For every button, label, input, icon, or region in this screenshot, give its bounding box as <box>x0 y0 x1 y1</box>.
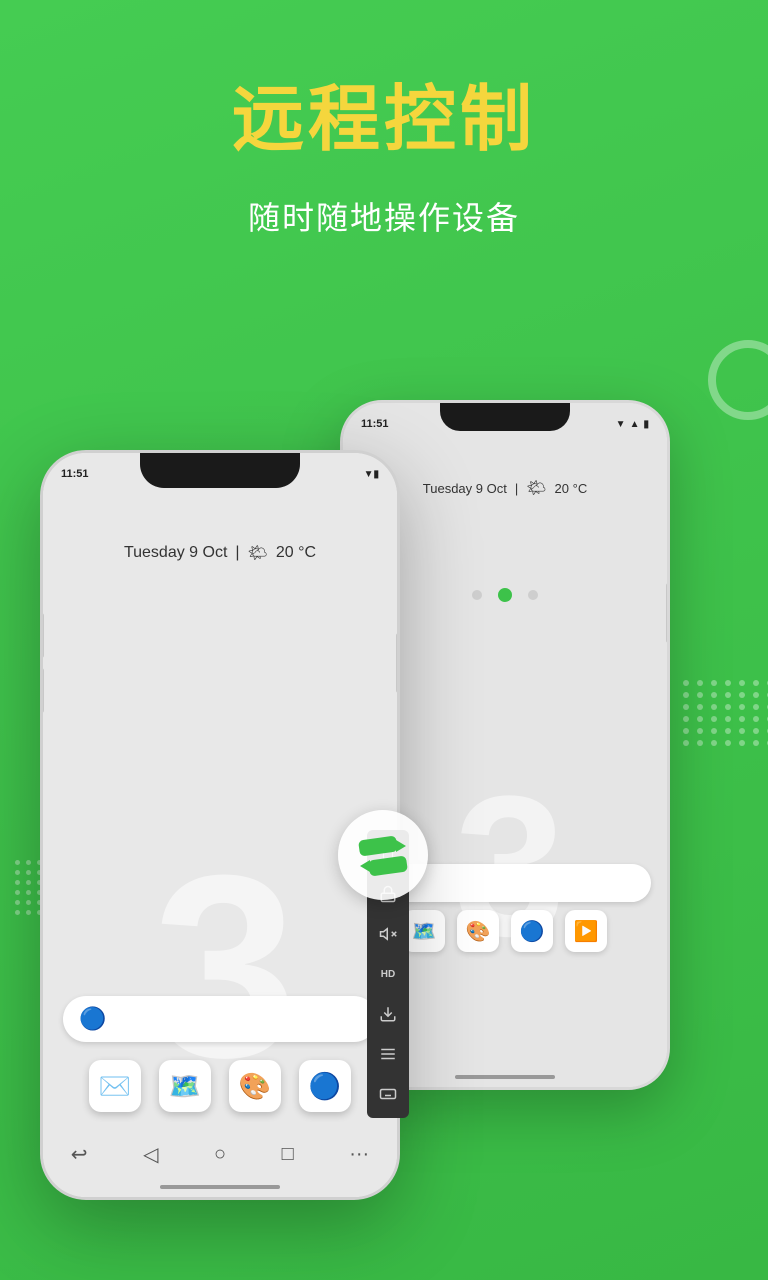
phone-front-temp: 20 °C <box>276 544 316 562</box>
phone-front-google-bar[interactable]: 🔵 <box>63 996 377 1042</box>
phone-front-side-btn <box>396 633 400 693</box>
phone-back-temp: 20 °C <box>555 481 588 496</box>
phone-front-vol-down <box>40 668 44 713</box>
chrome-icon-front: 🔵 <box>309 1071 341 1102</box>
nav-home-icon[interactable]: ◁ <box>143 1142 158 1167</box>
phone-front-weather-icon: 🌤 <box>248 543 268 563</box>
nav-back-icon[interactable]: ↩ <box>71 1142 88 1167</box>
page-subtitle: 随时随地操作设备 <box>248 193 520 239</box>
phone-back-status-bar: 11:51 ▼ ▲ ▮ <box>343 411 667 437</box>
maps-icon: 🗺️ <box>412 919 437 944</box>
phone-back-weather-icon: 🌤 <box>526 478 546 498</box>
phone-front-time: 11:51 <box>61 468 89 480</box>
phone-front-separator: | <box>235 544 239 562</box>
phone-back-date-text: Tuesday 9 Oct <box>423 481 507 496</box>
phone-back-status-icons: ▼ ▲ ▮ <box>616 419 649 430</box>
phone-front-date-text: Tuesday 9 Oct <box>124 544 227 562</box>
phone-front-home-indicator <box>160 1185 280 1189</box>
phone-front-app-dock: ✉️ 🗺️ 🎨 🔵 <box>43 1060 397 1112</box>
phone-front-nav-bar: ↩ ◁ ○ □ ··· <box>43 1132 397 1177</box>
phone-back-app-chrome[interactable]: 🔵 <box>511 910 553 952</box>
phone-back-app-maps[interactable]: 🗺️ <box>403 910 445 952</box>
phone-front-app-chrome[interactable]: 🔵 <box>299 1060 351 1112</box>
page-container: 远程控制 随时随地操作设备 11:51 ▼ ▲ ▮ <box>0 0 768 1280</box>
control-keyboard[interactable] <box>370 1076 406 1112</box>
dot-1 <box>472 590 482 600</box>
nav-recents-icon[interactable]: ○ <box>214 1143 226 1166</box>
gmail-icon: ✉️ <box>99 1071 131 1102</box>
photos-icon-front: 🎨 <box>239 1071 271 1102</box>
wifi-icon: ▲ <box>630 419 640 430</box>
phone-back-side-btn <box>666 583 670 643</box>
phone-front-app-gmail[interactable]: ✉️ <box>89 1060 141 1112</box>
phone-front-vol-up <box>40 613 44 658</box>
transfer-icon-wrap[interactable] <box>338 810 428 900</box>
phone-front-app-maps[interactable]: 🗺️ <box>159 1060 211 1112</box>
control-hd[interactable]: HD <box>370 956 406 992</box>
phone-front-wallpaper: 3 <box>153 837 288 1097</box>
signal-icon: ▼ <box>616 419 626 430</box>
maps-icon-front: 🗺️ <box>169 1071 201 1102</box>
control-mute[interactable] <box>370 916 406 952</box>
google-logo-front: 🔵 <box>79 1006 106 1032</box>
nav-overview-icon[interactable]: □ <box>282 1143 294 1166</box>
dot-2-active <box>498 588 512 602</box>
control-download[interactable] <box>370 996 406 1032</box>
page-title: 远程控制 <box>232 60 536 165</box>
phone-back-separator: | <box>515 481 518 496</box>
phone-front: 11:51 ▼▮ Tuesday 9 Oct | 🌤 20 °C 3 🔵 <box>40 450 400 1200</box>
phone-front-status-icons: ▼▮ <box>364 469 379 480</box>
phone-front-screen: 11:51 ▼▮ Tuesday 9 Oct | 🌤 20 °C 3 🔵 <box>43 453 397 1197</box>
phone-front-app-photos[interactable]: 🎨 <box>229 1060 281 1112</box>
control-settings[interactable] <box>370 1036 406 1072</box>
phone-back-dots <box>472 588 538 602</box>
phone-back-app-youtube[interactable]: ▶️ <box>565 910 607 952</box>
photos-icon: 🎨 <box>466 919 491 944</box>
chrome-icon: 🔵 <box>520 919 545 944</box>
nav-more-icon[interactable]: ··· <box>349 1143 369 1166</box>
dot-3 <box>528 590 538 600</box>
youtube-icon: ▶️ <box>574 919 599 944</box>
battery-icon: ▮ <box>643 419 649 430</box>
phone-front-date: Tuesday 9 Oct | 🌤 20 °C <box>43 543 397 563</box>
signal-icon-front: ▼▮ <box>364 469 379 480</box>
transfer-icon <box>354 826 412 884</box>
phone-back-time: 11:51 <box>361 418 389 430</box>
phone-front-status-bar: 11:51 ▼▮ <box>43 461 397 487</box>
phone-back-app-photos[interactable]: 🎨 <box>457 910 499 952</box>
phone-back-home-indicator <box>455 1075 555 1079</box>
phones-area: 11:51 ▼ ▲ ▮ Tuesday 9 Oct | 🌤 20 °C 3 <box>0 340 768 1280</box>
